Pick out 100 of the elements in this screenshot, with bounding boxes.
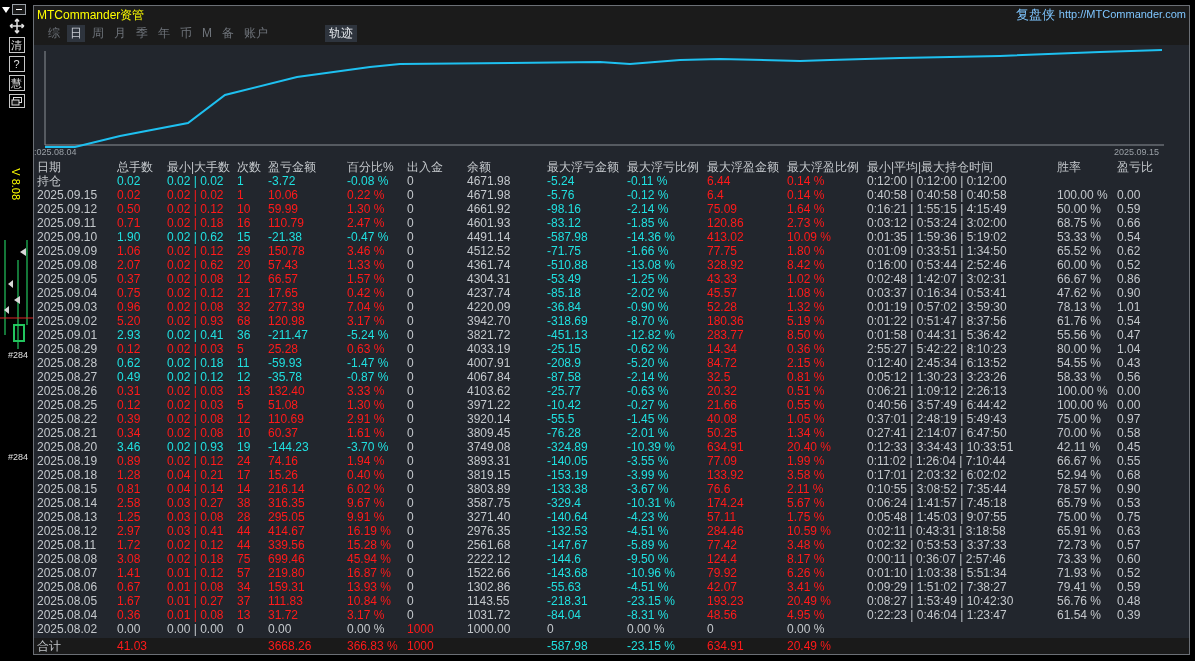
table-cell-text: 8.17 % <box>787 552 826 566</box>
table-cell-text: -13.08 % <box>627 258 677 272</box>
tab[interactable]: 年 <box>155 24 173 42</box>
table-cell-text: 3893.31 <box>467 454 512 468</box>
tab[interactable]: 周 <box>89 24 107 42</box>
table-cell-text: 0:03:12 | 0:53:24 | 3:02:00 <box>867 216 1008 230</box>
table-cell-text: 0 <box>407 384 415 398</box>
table-cell-text: 0:12:40 | 2:45:34 | 6:13:52 <box>867 356 1008 370</box>
table-cell-text: -144.23 <box>268 440 310 454</box>
table-cell-text: 17 <box>237 468 252 482</box>
toolbar-button[interactable]: 清 <box>8 37 25 53</box>
table-cell-text: 79.41 % <box>1057 580 1103 594</box>
table-cell-text: -140.05 <box>547 454 589 468</box>
table-cell-text: 0:22:23 | 0:46:04 | 1:23:47 <box>867 608 1008 622</box>
table-cell-text: -10.42 <box>547 398 583 412</box>
tab[interactable]: 月 <box>111 24 129 42</box>
table-cell-text: -9.50 % <box>627 552 670 566</box>
tab[interactable]: 备 <box>219 24 237 42</box>
tab[interactable]: 综 <box>45 24 63 42</box>
table-cell-text: 0:02:11 | 0:43:31 | 3:18:58 <box>867 524 1007 538</box>
table-cell-text: 0.60 <box>1117 552 1142 566</box>
tab[interactable]: 季 <box>133 24 151 42</box>
table-cell-text: 16.19 % <box>347 524 393 538</box>
table-cell-text: 1.34 % <box>787 426 826 440</box>
table-cell-text: -587.98 <box>547 230 589 244</box>
table-cell-text: 0:05:12 | 1:30:23 | 3:23:26 <box>867 370 1008 384</box>
table-cell-text: 0.02 | 0.62 <box>167 258 225 272</box>
table-cell-text: -324.89 <box>547 440 589 454</box>
table-cell-text: 4361.74 <box>467 258 512 272</box>
table-cell-text: 3.41 % <box>787 580 826 594</box>
table-cell-text: 0 <box>407 580 415 594</box>
table-cell-text: -5.24 % <box>347 328 390 342</box>
minimize-icon[interactable] <box>11 4 26 15</box>
table-cell-text: 0.02 | 0.62 <box>167 230 225 244</box>
column-header: 余额 <box>467 160 492 174</box>
table-cell-text: 8.50 % <box>787 328 826 342</box>
table-cell-text: -3.55 % <box>627 454 670 468</box>
tab[interactable]: 账户 <box>241 24 271 42</box>
table-cell-text: 57.43 <box>268 258 300 272</box>
table-cell-text: 73.33 % <box>1057 552 1103 566</box>
table-cell-text: 0.02 | 0.18 <box>167 552 225 566</box>
table-cell-text: 3.58 % <box>787 468 826 482</box>
view-toggle-button[interactable]: 轨迹 <box>325 24 357 42</box>
table-cell-text: 0.22 % <box>347 188 386 202</box>
website-link[interactable]: http://MTCommander.com <box>1058 6 1186 23</box>
table-cell-text: 3809.45 <box>467 426 512 440</box>
table-cell-text: 53.33 % <box>1057 230 1103 244</box>
table-cell-text: -23.15 % <box>627 638 677 654</box>
table-cell-text: 295.05 <box>268 510 306 524</box>
table-cell-text: 0.00 <box>268 622 293 636</box>
table-cell-text: 0.02 | 0.08 <box>167 300 225 314</box>
tab[interactable]: M <box>199 24 215 42</box>
table-cell-text: 2025.08.02 <box>37 622 99 636</box>
table-cell-text: 0 <box>237 622 245 636</box>
table-cell-text: 0.89 <box>117 454 142 468</box>
table-cell-text: 4512.52 <box>467 244 512 258</box>
table-cell-text: 65.79 % <box>1057 496 1103 510</box>
table-cell-text: 3.17 % <box>347 314 386 328</box>
table-cell-text: 0:01:19 | 0:57:02 | 3:59:30 <box>867 300 1008 314</box>
table-cell-text: 17.65 <box>268 286 300 300</box>
table-cell-text: 0.39 <box>1117 608 1142 622</box>
table-cell-text: 4304.31 <box>467 272 512 286</box>
table-cell-text: -153.19 <box>547 468 589 482</box>
table-cell-text: 3.46 % <box>347 244 386 258</box>
table-cell-text: 0.37 <box>117 272 142 286</box>
table-cell-text: 120.86 <box>707 216 745 230</box>
table-cell-text: 0 <box>407 412 415 426</box>
table-cell-text: 110.69 <box>268 412 305 426</box>
table-cell-text: 0 <box>547 622 555 636</box>
table-cell-text: 0.00 <box>117 622 142 636</box>
toolbar-button[interactable]: 慧 <box>8 75 25 91</box>
tab[interactable]: 日 <box>67 24 85 42</box>
table-cell-text: 0:16:00 | 0:53:44 | 2:52:46 <box>867 258 1008 272</box>
table-cell-text: 0.03 | 0.27 <box>167 496 225 510</box>
table-cell-text: 0.02 | 0.93 <box>167 314 225 328</box>
table-cell-text: 14 <box>237 482 252 496</box>
table-cell-text: 2.97 <box>117 524 142 538</box>
table-cell-text: -140.64 <box>547 510 589 524</box>
table-cell-text: 174.24 <box>707 496 745 510</box>
table-cell-text: 13 <box>237 608 252 622</box>
table-cell-text: 0 <box>407 300 415 314</box>
table-cell-text: 277.39 <box>268 300 306 314</box>
move-icon[interactable] <box>8 18 25 34</box>
table-cell-text: -10.31 % <box>627 496 677 510</box>
tab[interactable]: 币 <box>177 24 195 42</box>
table-cell-text: -0.08 % <box>347 174 390 188</box>
table-cell-text: 持仓 <box>37 174 62 188</box>
table-cell-text: 0:10:55 | 3:08:52 | 7:35:44 <box>867 482 1008 496</box>
table-cell-text: 0 <box>407 510 415 524</box>
window-icon[interactable] <box>8 94 25 108</box>
toolbar-button[interactable]: ? <box>8 56 25 72</box>
table-cell-text: 0.97 <box>1117 412 1142 426</box>
table-cell-text: 283.77 <box>707 328 745 342</box>
column-header: 最小|大手数 <box>167 160 232 174</box>
dropdown-icon[interactable] <box>1 6 10 13</box>
table-cell-text: 40.08 <box>707 412 739 426</box>
table-cell-text: 3668.26 <box>268 638 313 654</box>
table-cell-text: 0.02 | 0.02 <box>167 188 225 202</box>
table-cell-text: 0.59 <box>1117 580 1142 594</box>
table-cell-text: 150.78 <box>268 244 306 258</box>
